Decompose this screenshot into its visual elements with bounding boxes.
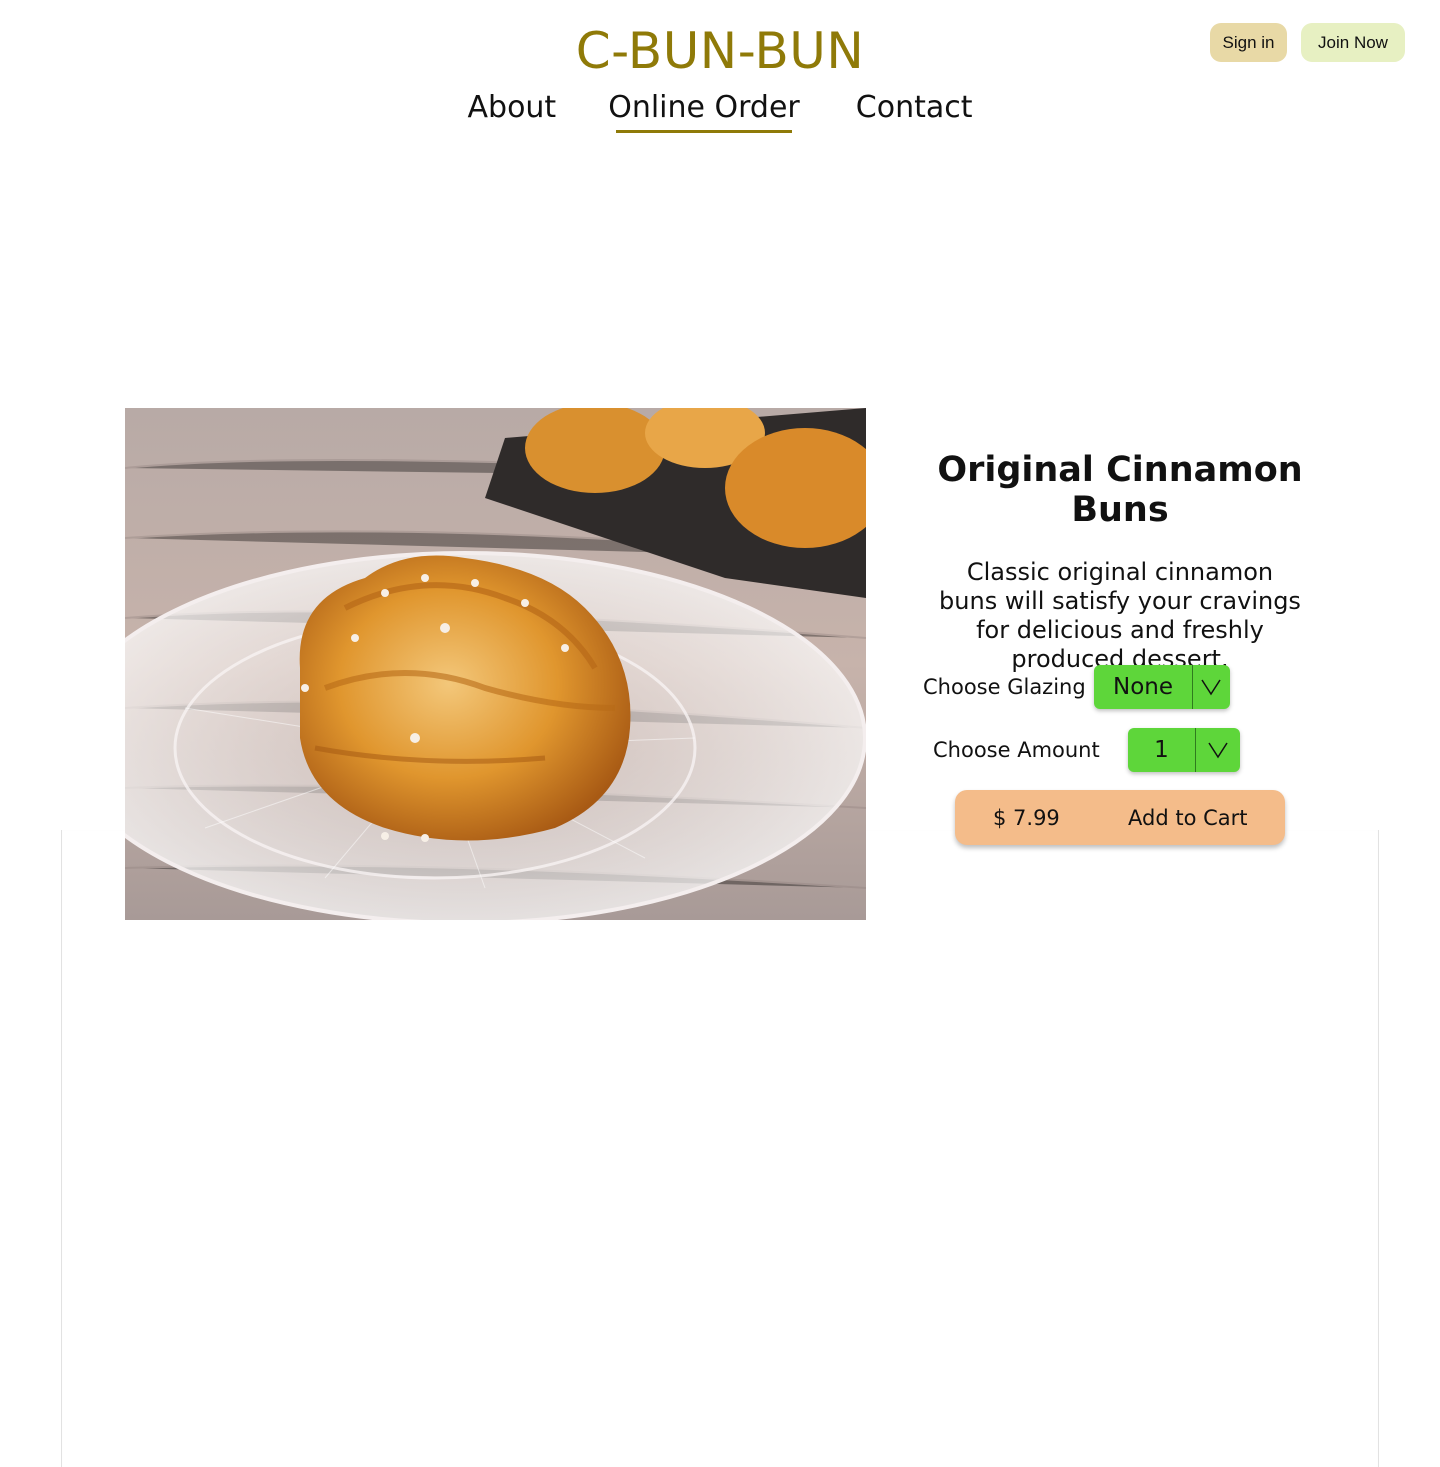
- glazing-select[interactable]: None: [1094, 665, 1230, 709]
- glazing-row: Choose Glazing None: [923, 665, 1230, 709]
- sign-in-button[interactable]: Sign in: [1210, 23, 1287, 62]
- join-now-button[interactable]: Join Now: [1301, 23, 1405, 62]
- chevron-down-icon: [1196, 728, 1240, 772]
- nav-contact[interactable]: Contact: [856, 88, 973, 133]
- amount-row: Choose Amount 1: [933, 728, 1240, 772]
- glazing-label: Choose Glazing: [923, 675, 1086, 699]
- nav-online-order[interactable]: Online Order: [608, 88, 800, 133]
- add-to-cart-button[interactable]: $ 7.99 Add to Cart: [955, 790, 1285, 845]
- auth-buttons: Sign in Join Now: [1210, 23, 1405, 62]
- amount-value: 1: [1128, 728, 1196, 772]
- product-description: Classic original cinnamon buns will sati…: [939, 558, 1301, 673]
- glazing-value: None: [1094, 665, 1193, 709]
- product-title: Original Cinnamon Buns: [937, 450, 1303, 530]
- amount-select[interactable]: 1: [1128, 728, 1240, 772]
- nav-about[interactable]: About: [468, 88, 557, 133]
- product-price: $ 7.99: [993, 805, 1060, 830]
- chevron-down-icon: [1193, 665, 1229, 709]
- add-to-cart-label: Add to Cart: [1128, 805, 1248, 830]
- amount-label: Choose Amount: [933, 738, 1100, 762]
- page: C-BUN-BUN Sign in Join Now About Online …: [0, 0, 1440, 1467]
- cinnamon-bun-photo: [125, 408, 866, 920]
- content-panel: [61, 830, 1379, 1467]
- product-info: Original Cinnamon Buns Classic original …: [905, 450, 1335, 674]
- main-nav: About Online Order Contact: [0, 88, 1440, 133]
